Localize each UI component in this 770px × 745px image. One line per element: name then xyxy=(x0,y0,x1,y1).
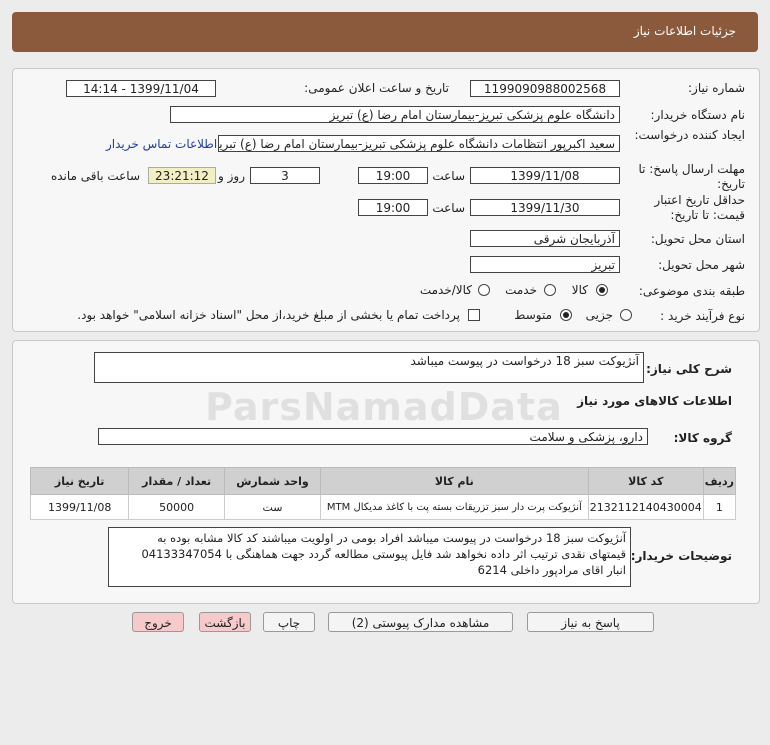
summary-field: آنژیوکت سبز 18 درخواست در پیوست میباشد xyxy=(94,352,644,383)
days-field: 3 xyxy=(250,167,320,184)
table-row: 1 2132112140430004 آنژیوکت پرت دار سبز ت… xyxy=(29,494,737,520)
summary-label: شرح کلی نیاز: xyxy=(646,362,732,376)
items-table: ردیف کد کالا نام کالا واحد شمارش تعداد /… xyxy=(29,467,737,520)
remaining-label: ساعت باقی مانده xyxy=(50,169,140,183)
city-field: تبریز xyxy=(470,256,620,273)
province-label: استان محل تحویل: xyxy=(650,232,745,246)
validity-label: حداقل تاریخ اعتبار قیمت: تا تاریخ: xyxy=(654,193,745,222)
cell-date: 1399/11/08 xyxy=(29,494,130,520)
need-number-label: شماره نیاز: xyxy=(688,81,745,95)
purchase-medium-radio[interactable] xyxy=(560,309,572,321)
city-label: شهر محل تحویل: xyxy=(658,258,745,272)
category-label: طبقه بندی موضوعی: xyxy=(638,284,745,298)
description-line: انبار اقای مرادپور داخلی 6214 xyxy=(477,563,626,577)
col-code: کد کالا xyxy=(587,467,704,495)
items-table-header: ردیف کد کالا نام کالا واحد شمارش تعداد /… xyxy=(29,467,737,495)
description-line: قیمتهای نقدی ترتیب اثر داده نخواهد شد فا… xyxy=(141,547,626,561)
col-name: نام کالا xyxy=(319,467,589,495)
announce-label: تاریخ و ساعت اعلان عمومی: xyxy=(304,81,449,95)
print-button[interactable]: چاپ xyxy=(263,612,315,632)
need-number-field: 1199090988002568 xyxy=(470,80,620,97)
reply-button[interactable]: پاسخ به نیاز xyxy=(527,612,654,632)
province-field: آذربایجان شرقی xyxy=(470,230,620,247)
description-box: آنژیوکت سبز 18 درخواست در پیوست میباشد ا… xyxy=(108,527,631,587)
buyer-label: نام دستگاه خریدار: xyxy=(650,108,746,122)
reply-date-field: 1399/11/08 xyxy=(470,167,620,184)
reply-time-label: ساعت xyxy=(432,169,465,183)
col-qty: تعداد / مقدار xyxy=(128,467,226,495)
validity-time-field: 19:00 xyxy=(358,199,428,216)
reply-deadline-label: مهلت ارسال پاسخ: تا تاریخ: xyxy=(638,162,745,191)
goods-group-label: گروه کالا: xyxy=(673,431,732,445)
creator-field: سعید اکبرپور انتظامات دانشگاه علوم پزشکی… xyxy=(218,135,620,152)
cell-unit: ست xyxy=(224,494,321,520)
goods-group-field: دارو، پزشکی و سلامت xyxy=(98,428,648,445)
cell-name: آنژیوکت پرت دار سبز تزریقات بسته پت با ک… xyxy=(319,494,589,520)
purchase-minor-radio[interactable] xyxy=(620,309,632,321)
exit-button[interactable]: خروج xyxy=(132,612,184,632)
description-label: توضیحات خریدار: xyxy=(630,549,732,563)
reply-time-field: 19:00 xyxy=(358,167,428,184)
cell-code: 2132112140430004 xyxy=(587,494,704,520)
remaining-time-field: 23:21:12 xyxy=(148,167,216,184)
cell-row: 1 xyxy=(702,494,737,520)
treasury-payment-checkbox[interactable] xyxy=(468,309,480,321)
purchase-medium-label: متوسط xyxy=(514,308,552,322)
goods-section-title: اطلاعات کالاهای مورد نیاز xyxy=(577,394,732,408)
category-goods-service-radio[interactable] xyxy=(478,284,490,296)
days-label: روز و xyxy=(218,169,245,183)
category-goods-radio[interactable] xyxy=(596,284,608,296)
back-button[interactable]: بازگشت xyxy=(199,612,251,632)
category-goods-service-label: کالا/خدمت xyxy=(419,283,472,297)
announce-field: 1399/11/04 - 14:14 xyxy=(66,80,216,97)
cell-qty: 50000 xyxy=(128,494,226,520)
col-row: ردیف xyxy=(702,467,737,495)
category-goods-label: کالا xyxy=(571,283,588,297)
col-unit: واحد شمارش xyxy=(224,467,321,495)
page-header: جزئیات اطلاعات نیاز xyxy=(12,12,758,52)
buyer-field: دانشگاه علوم پزشکی تبریز-بیمارستان امام … xyxy=(170,106,620,123)
description-line: آنژیوکت سبز 18 درخواست در پیوست میباشد ا… xyxy=(157,531,626,545)
col-date: تاریخ نیاز xyxy=(29,467,130,495)
validity-date-field: 1399/11/30 xyxy=(470,199,620,216)
category-service-label: خدمت xyxy=(505,283,537,297)
treasury-payment-note: پرداخت تمام یا بخشی از مبلغ خرید،از محل … xyxy=(77,308,460,322)
purchase-minor-label: جزیی xyxy=(585,308,613,322)
purchase-type-label: نوع فرآیند خرید : xyxy=(660,309,745,323)
page-title: جزئیات اطلاعات نیاز xyxy=(633,24,736,38)
category-service-radio[interactable] xyxy=(544,284,556,296)
buyer-contact-link[interactable]: اطلاعات تماس خریدار xyxy=(106,137,217,151)
creator-label: ایجاد کننده درخواست: xyxy=(634,128,745,142)
attachments-button[interactable]: مشاهده مدارک پیوستی (2) xyxy=(328,612,513,632)
validity-time-label: ساعت xyxy=(432,201,465,215)
